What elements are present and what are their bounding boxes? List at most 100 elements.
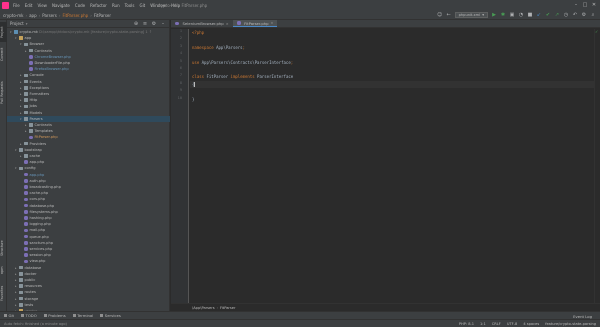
line-separator-widget[interactable]: CRLF bbox=[492, 322, 501, 326]
menu-run[interactable]: Run bbox=[112, 3, 120, 8]
rollback-icon[interactable]: ↶ bbox=[572, 12, 578, 18]
php-file-icon bbox=[24, 203, 28, 208]
code-line[interactable]: class FitParser implements ParserInterfa… bbox=[190, 73, 600, 80]
editor-tab[interactable]: SeleniumBrowser.php × bbox=[171, 20, 233, 27]
git-commit-icon[interactable]: ✔ bbox=[545, 12, 551, 18]
menu-tools[interactable]: Tools bbox=[125, 3, 135, 8]
editor-breadcrumb-class[interactable]: FitParser bbox=[220, 306, 235, 310]
code-editor[interactable]: <?php namespace App\Parsers; use App\Parse… bbox=[190, 29, 600, 303]
menu-navigate[interactable]: Navigate bbox=[52, 3, 70, 8]
debug-icon[interactable]: ✱ bbox=[500, 12, 506, 18]
project-panel-title[interactable]: Project bbox=[10, 21, 24, 26]
tree-item-label: Parsers bbox=[29, 116, 43, 121]
menu-code[interactable]: Code bbox=[75, 3, 85, 8]
collapse-all-icon[interactable]: ≡ bbox=[142, 21, 148, 27]
user-icon[interactable]: ☺ bbox=[437, 12, 443, 18]
tool-tab-commit[interactable]: Commit bbox=[0, 44, 7, 64]
inspection-ok-icon[interactable]: ✓ bbox=[595, 30, 599, 34]
code-line[interactable] bbox=[190, 66, 600, 73]
git-branch-widget[interactable]: feature/crypto-state-parsing bbox=[545, 322, 596, 326]
tree-item-label: cors.php bbox=[29, 197, 46, 202]
git-update-icon[interactable]: ↙ bbox=[536, 12, 542, 18]
breadcrumb-project[interactable]: crypto-mk bbox=[3, 13, 24, 18]
editor-scrollbar[interactable]: ✓ bbox=[594, 29, 600, 303]
profile-icon[interactable]: ◔ bbox=[518, 12, 524, 18]
menu-file[interactable]: File bbox=[13, 3, 20, 8]
code-line[interactable]: { bbox=[190, 80, 600, 89]
stop-icon[interactable]: ■ bbox=[527, 12, 533, 18]
tool-tab-npm[interactable]: npm bbox=[0, 264, 7, 276]
menu-git[interactable]: Git bbox=[139, 3, 145, 8]
locate-file-icon[interactable]: ⊕ bbox=[133, 21, 139, 27]
php-file-icon bbox=[24, 197, 28, 202]
tool-tab-problems[interactable]: Problems bbox=[43, 313, 66, 318]
close-window-button[interactable]: ✕ bbox=[590, 2, 598, 9]
folder-icon bbox=[14, 30, 18, 34]
tool-tab-favorites[interactable]: Favorites bbox=[0, 282, 7, 304]
code-token: App\Parsers\Contracts\ParserInterface bbox=[201, 59, 291, 65]
project-tree: ▾ crypto-mk D:\xampp\htdocs\crypto-mk [fe… bbox=[7, 29, 170, 311]
breadcrumb-class[interactable]: FitParser bbox=[94, 13, 111, 18]
gear-icon[interactable]: ⚙ bbox=[151, 21, 157, 27]
code-line[interactable]: use App\Parsers\Contracts\ParserInterfac… bbox=[190, 59, 600, 66]
code-line[interactable]: namespace App\Parsers; bbox=[190, 44, 600, 51]
menu-refactor[interactable]: Refactor bbox=[90, 3, 107, 8]
event-log-button[interactable]: Event Log bbox=[573, 314, 592, 319]
app-logo-icon bbox=[2, 2, 9, 9]
breadcrumb-separator: › bbox=[90, 12, 92, 18]
php-version-widget[interactable]: PHP: 8.1 bbox=[459, 322, 474, 326]
php-file-icon bbox=[24, 234, 28, 239]
code-line[interactable] bbox=[190, 51, 600, 58]
line-number: 3 bbox=[179, 43, 182, 48]
back-arrow-icon[interactable]: ← bbox=[446, 12, 452, 18]
indent-widget[interactable]: 4 spaces bbox=[523, 322, 539, 326]
encoding-widget[interactable]: UTF-8 bbox=[507, 322, 517, 326]
line-number: 4 bbox=[179, 51, 182, 56]
settings-icon[interactable]: ⚙ bbox=[581, 12, 587, 18]
run-icon[interactable]: ▶ bbox=[491, 12, 497, 18]
tree-item-label: sanctum.php bbox=[29, 240, 54, 245]
tree-item-label: database.php bbox=[29, 203, 55, 208]
tree-item-label: Events bbox=[29, 79, 42, 84]
tree-item-label: Templates bbox=[34, 129, 53, 134]
code-line[interactable] bbox=[190, 36, 600, 43]
folder-icon bbox=[29, 129, 33, 133]
tool-tab-terminal-label: Terminal bbox=[77, 313, 94, 318]
chevron-down-icon[interactable]: ▾ bbox=[26, 22, 28, 26]
run-configuration-select[interactable]: phpunit.xml ▾ bbox=[454, 12, 488, 18]
code-line[interactable]: } bbox=[190, 96, 600, 103]
history-icon[interactable]: ◷ bbox=[563, 12, 569, 18]
close-tab-icon[interactable]: × bbox=[271, 21, 274, 25]
chevron-down-icon: ▾ bbox=[482, 12, 484, 17]
coverage-icon[interactable]: ▣ bbox=[509, 12, 515, 18]
caret-position-widget[interactable]: 1:1 bbox=[480, 322, 486, 326]
tool-tab-structure[interactable]: Structure bbox=[0, 238, 7, 258]
editor-breadcrumb-namespace[interactable]: \App\Parsers bbox=[192, 306, 215, 310]
tool-tab-project[interactable]: Project bbox=[0, 22, 7, 42]
tool-tab-pull-requests[interactable]: Pull Requests bbox=[0, 78, 7, 108]
services-icon bbox=[100, 314, 104, 317]
search-icon[interactable]: ⌕ bbox=[590, 12, 596, 18]
menu-edit[interactable]: Edit bbox=[25, 3, 33, 8]
menu-view[interactable]: View bbox=[37, 3, 47, 8]
breadcrumb-parsers[interactable]: Parsers bbox=[42, 13, 57, 18]
tool-tab-services[interactable]: Services bbox=[100, 313, 121, 318]
tree-item-label: queue.php bbox=[29, 234, 49, 239]
tool-tab-todo[interactable]: TODO bbox=[21, 313, 37, 318]
breadcrumb-app[interactable]: app bbox=[29, 13, 37, 18]
minimize-button[interactable]: – bbox=[572, 2, 580, 9]
status-bar: Auto fetch: finished (a minute ago) PHP:… bbox=[0, 319, 600, 327]
tool-tab-terminal[interactable]: Terminal bbox=[72, 313, 94, 318]
breadcrumb-file[interactable]: FitParser.php bbox=[62, 13, 88, 18]
project-panel: Project ▾ ⊕ ≡ ⚙ – ▾ crypto-mk D:\xampp\ht… bbox=[7, 20, 170, 311]
tool-tab-git[interactable]: Git bbox=[4, 313, 14, 318]
php-file-icon bbox=[24, 228, 28, 233]
maximize-button[interactable]: □ bbox=[581, 2, 589, 9]
code-line[interactable]: <?php bbox=[190, 29, 600, 36]
close-tab-icon[interactable]: × bbox=[226, 22, 229, 26]
git-push-icon[interactable]: ↗ bbox=[554, 12, 560, 18]
code-token: namespace bbox=[192, 44, 217, 50]
code-line[interactable] bbox=[190, 88, 600, 95]
editor-tab[interactable]: FitParser.php × bbox=[232, 20, 278, 27]
hide-panel-icon[interactable]: – bbox=[160, 21, 166, 27]
